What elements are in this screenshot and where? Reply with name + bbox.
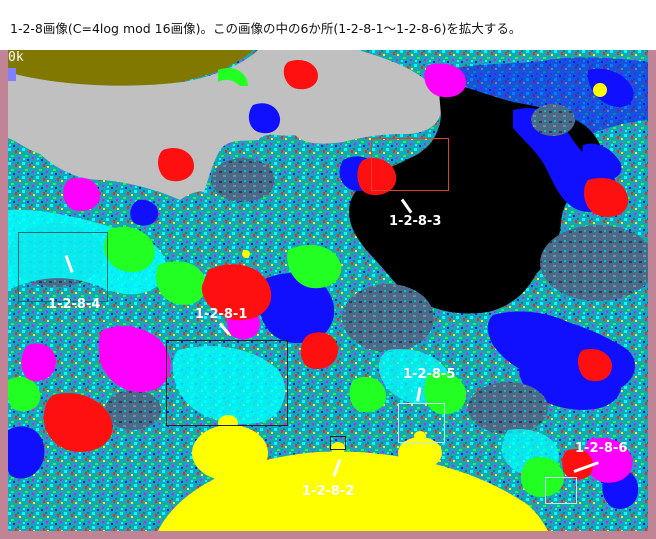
zoom-box-1-2-8-6	[545, 477, 577, 504]
label-1-2-8-5: 1-2-8-5	[403, 367, 456, 382]
image-caption: 1-2-8画像(C=4log mod 16画像)。この画像の中の6か所(1-2-…	[0, 0, 656, 50]
label-1-2-8-6: 1-2-8-6	[575, 441, 628, 456]
zoom-box-1-2-8-3	[371, 138, 449, 191]
zoom-box-1-2-8-4	[18, 232, 108, 302]
zoom-box-1-2-8-5	[398, 403, 445, 443]
zoom-box-1-2-8-1	[166, 340, 288, 426]
zoom-box-1-2-8-2	[330, 436, 346, 450]
image-frame: 0k 1-2-8-3 1-2-8-4 1-2-8-1 1-2-8-5 1-2-8…	[0, 50, 656, 539]
label-1-2-8-2: 1-2-8-2	[302, 484, 355, 499]
label-1-2-8-4: 1-2-8-4	[48, 297, 101, 312]
status-indicator	[8, 68, 16, 81]
label-1-2-8-1: 1-2-8-1	[195, 307, 248, 322]
status-ok-text: 0k	[8, 50, 24, 65]
fractal-image: 0k 1-2-8-3 1-2-8-4 1-2-8-1 1-2-8-5 1-2-8…	[8, 50, 648, 531]
label-1-2-8-3: 1-2-8-3	[389, 214, 442, 229]
